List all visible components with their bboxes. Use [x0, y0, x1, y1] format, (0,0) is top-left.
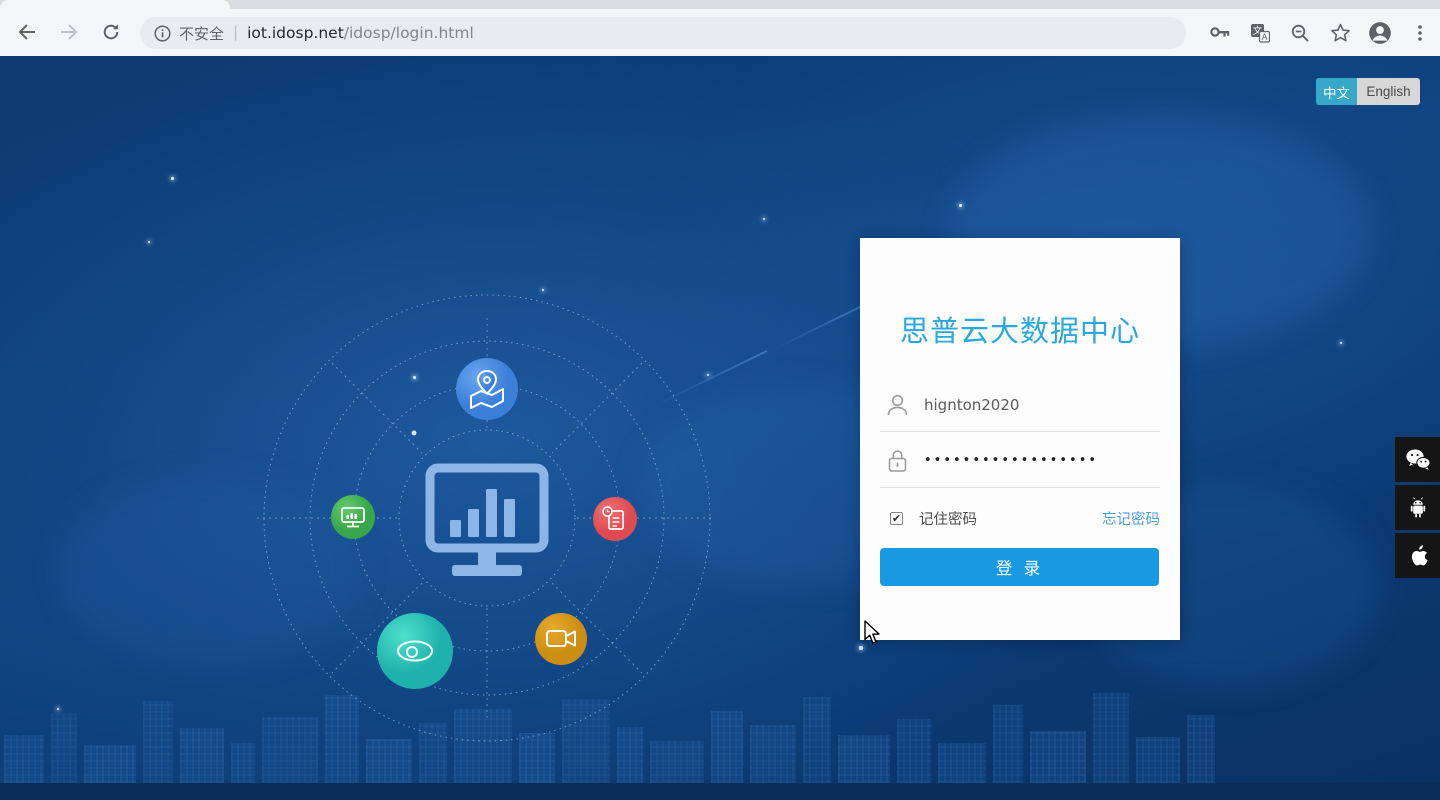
wechat-button[interactable]	[1395, 437, 1440, 482]
lock-icon	[886, 448, 910, 474]
video-camera-icon	[535, 613, 587, 665]
forward-button[interactable]	[52, 15, 86, 49]
eye-surveillance-icon	[377, 613, 453, 689]
menu-button[interactable]	[1400, 17, 1440, 49]
star-dot	[171, 177, 174, 180]
star-icon	[1330, 23, 1350, 42]
device-monitor-icon	[331, 495, 375, 539]
kebab-menu-icon	[1418, 25, 1422, 41]
star-dot	[148, 241, 150, 243]
saved-password-button[interactable]	[1200, 17, 1240, 49]
iot-ring-graphic	[257, 294, 712, 742]
footer-bar	[0, 783, 1440, 800]
password-field-row	[880, 434, 1160, 488]
back-button[interactable]	[10, 15, 44, 49]
lang-chinese-button[interactable]: 中文	[1316, 78, 1357, 105]
map-location-icon	[456, 358, 518, 420]
address-bar[interactable]: 不安全 | iot.idosp.net/idosp/login.html	[140, 17, 1186, 49]
user-icon	[886, 393, 910, 417]
language-toggle: 中文 English	[1316, 78, 1420, 105]
svg-text:A: A	[1262, 33, 1268, 43]
url-path: /idosp/login.html	[343, 24, 474, 42]
android-button[interactable]	[1395, 485, 1440, 530]
login-card: 思普云大数据中心 ✔ 记住密码 忘记密码 登 录	[859, 238, 1180, 650]
back-arrow-icon	[18, 24, 35, 40]
remember-row: ✔ 记住密码 忘记密码	[880, 503, 1160, 533]
social-rail	[1395, 437, 1440, 581]
dashboard-monitor-icon	[425, 463, 549, 576]
browser-active-tab[interactable]	[0, 0, 230, 9]
zoom-button[interactable]	[1280, 17, 1320, 49]
key-icon	[1209, 27, 1229, 37]
url-host: iot.idosp.net	[247, 24, 344, 42]
username-input[interactable]	[924, 395, 1160, 414]
translate-button[interactable]: 文A	[1240, 17, 1280, 49]
info-icon[interactable]	[154, 24, 171, 42]
login-page: 中文 English 思普云大数据中心 ✔ 记住密码 忘记密码 登 录	[0, 56, 1440, 800]
apple-button[interactable]	[1395, 533, 1440, 578]
report-document-icon	[593, 497, 637, 541]
forward-arrow-icon	[61, 24, 78, 40]
star-dot	[1340, 342, 1342, 344]
reload-icon	[103, 24, 119, 40]
orbit-dot	[411, 430, 417, 436]
profile-button[interactable]	[1360, 17, 1400, 49]
avatar-icon	[1369, 22, 1391, 44]
star-dot	[763, 218, 765, 220]
card-corner-dot	[859, 646, 863, 650]
browser-tab-strip	[0, 0, 1440, 9]
lang-english-button[interactable]: English	[1357, 78, 1420, 105]
wechat-icon	[1405, 449, 1431, 470]
checkmark-icon: ✔	[891, 511, 902, 525]
translate-icon: 文A	[1251, 24, 1270, 43]
mouse-cursor	[864, 620, 880, 644]
browser-toolbar: 不安全 | iot.idosp.net/idosp/login.html 文A	[0, 9, 1440, 55]
remember-label: 记住密码	[919, 511, 977, 528]
username-field-row	[880, 378, 1160, 432]
apple-icon	[1411, 544, 1428, 565]
page-title: 思普云大数据中心	[899, 314, 1140, 348]
remember-checkbox[interactable]: ✔	[890, 511, 903, 525]
star-dot	[959, 204, 962, 207]
android-icon	[1410, 496, 1425, 517]
zoom-out-icon	[1291, 24, 1309, 42]
login-button[interactable]: 登 录	[880, 548, 1159, 586]
forgot-password-link[interactable]: 忘记密码	[1102, 508, 1160, 529]
url-separator: |	[233, 23, 239, 41]
password-input[interactable]	[924, 453, 1160, 468]
security-label: 不安全	[179, 24, 225, 43]
bookmark-button[interactable]	[1320, 17, 1360, 49]
browser-chrome: 不安全 | iot.idosp.net/idosp/login.html 文A	[0, 0, 1440, 56]
reload-button[interactable]	[94, 15, 128, 49]
